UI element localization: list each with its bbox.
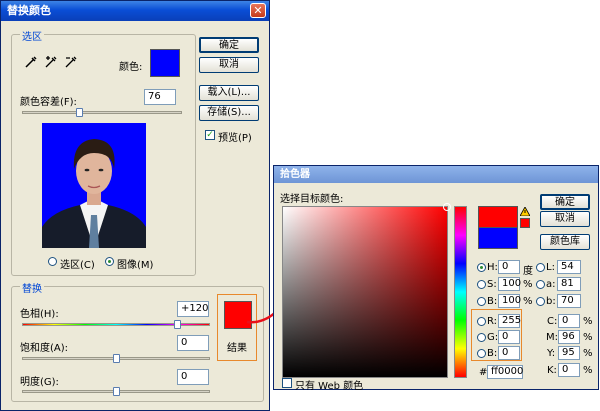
- k-label: K:: [547, 365, 557, 376]
- b-unit: %: [523, 296, 533, 307]
- selection-color-swatch[interactable]: [150, 49, 180, 77]
- hue-slider[interactable]: [22, 323, 210, 326]
- hex-input[interactable]: ff0000: [487, 365, 523, 379]
- radio-b[interactable]: [477, 297, 486, 306]
- radio-image-label: 图像(M): [117, 260, 154, 271]
- preview-image: [42, 123, 146, 248]
- radio-selection-label: 选区(C): [60, 260, 95, 271]
- close-button[interactable]: ✕: [250, 3, 266, 18]
- c-unit: %: [583, 316, 593, 327]
- a-label: a:: [546, 279, 556, 290]
- radio-selection[interactable]: [48, 257, 57, 266]
- m-label: M:: [546, 332, 558, 343]
- radio-a[interactable]: [536, 280, 545, 289]
- replace-group-label: 替换: [20, 280, 44, 295]
- hue-input[interactable]: +120: [177, 301, 209, 317]
- selection-group: 选区 颜色: 颜色容差(F): 76 选区(C) 图像(M): [11, 28, 196, 276]
- b-label: B:: [487, 296, 498, 307]
- color-label: 颜色:: [119, 62, 143, 73]
- s-input[interactable]: 100: [498, 277, 521, 291]
- picker-ok-button[interactable]: 确定: [540, 194, 590, 210]
- l-label: L:: [546, 262, 555, 273]
- y-label: Y:: [547, 348, 556, 359]
- m-unit: %: [583, 332, 593, 343]
- tolerance-slider[interactable]: [22, 111, 182, 114]
- degree-unit: 度: [523, 266, 533, 277]
- saturation-input[interactable]: 0: [177, 335, 209, 351]
- saturation-slider-thumb[interactable]: [113, 354, 120, 363]
- picker-prompt: 选择目标颜色:: [280, 194, 344, 205]
- radio-l[interactable]: [536, 263, 545, 272]
- a-input[interactable]: 81: [557, 277, 581, 291]
- preview-label: 预览(P): [218, 133, 252, 144]
- color-picker-dialog: 拾色器 选择目标颜色: 确定 取消 颜色库 H: 0 度 S: 100 % B:…: [273, 165, 599, 392]
- portrait-image: [42, 139, 146, 248]
- c-input[interactable]: 0: [558, 314, 580, 328]
- selection-group-label: 选区: [20, 28, 44, 43]
- radio-g[interactable]: [477, 333, 486, 342]
- warning-icon[interactable]: [520, 207, 530, 216]
- hue-strip[interactable]: [454, 206, 467, 378]
- eyedropper-minus-icon[interactable]: [64, 55, 78, 69]
- radio-s[interactable]: [477, 280, 486, 289]
- color-library-button[interactable]: 颜色库: [540, 234, 590, 250]
- eyedropper-plus-icon[interactable]: [44, 55, 58, 69]
- h-input[interactable]: 0: [498, 260, 520, 274]
- dialog-title: 替换颜色: [1, 1, 269, 21]
- b-input[interactable]: 100: [498, 294, 521, 308]
- ok-button[interactable]: 确定: [199, 37, 259, 53]
- eyedropper-icon[interactable]: [24, 55, 38, 69]
- lightness-slider-thumb[interactable]: [113, 387, 120, 396]
- cancel-button[interactable]: 取消: [199, 57, 259, 73]
- load-button[interactable]: 载入(L)...: [199, 85, 259, 101]
- lightness-label: 明度(G):: [20, 377, 59, 388]
- color-field[interactable]: [282, 206, 448, 378]
- tolerance-label: 颜色容差(F):: [20, 97, 77, 108]
- blue-label: B:: [487, 348, 498, 359]
- r-label: R:: [487, 316, 498, 327]
- g-input[interactable]: 0: [498, 330, 520, 344]
- picker-title: 拾色器: [274, 166, 598, 183]
- c-label: C:: [547, 316, 558, 327]
- hue-label: 色相(H):: [20, 309, 59, 320]
- g-label: G:: [487, 332, 499, 343]
- save-button[interactable]: 存储(S)...: [199, 105, 259, 121]
- web-only-label: 只有 Web 颜色: [295, 381, 364, 392]
- replace-group: 替换 色相(H): +120 饱和度(A): 0 明度(G): 0 结果: [11, 280, 264, 402]
- tolerance-input[interactable]: 76: [144, 89, 176, 105]
- radio-blue[interactable]: [477, 349, 486, 358]
- result-label: 结果: [227, 343, 247, 354]
- radio-r[interactable]: [477, 317, 486, 326]
- replace-color-dialog: 替换颜色 ✕ 选区 颜色: 颜色容差(F): 76 选区(C) 图像(M) 确定…: [0, 0, 270, 411]
- s-unit: %: [523, 279, 533, 290]
- web-only-checkbox[interactable]: [282, 378, 292, 388]
- s-label: S:: [487, 279, 497, 290]
- radio-lab-b[interactable]: [536, 297, 545, 306]
- k-unit: %: [583, 365, 593, 376]
- picker-cancel-button[interactable]: 取消: [540, 211, 590, 227]
- radio-h[interactable]: [477, 263, 486, 272]
- gamut-color-swatch[interactable]: [520, 218, 530, 228]
- l-input[interactable]: 54: [557, 260, 581, 274]
- tolerance-slider-thumb[interactable]: [76, 108, 83, 117]
- current-color-swatch: [478, 227, 518, 249]
- blue-input[interactable]: 0: [498, 346, 520, 360]
- hue-slider-thumb[interactable]: [174, 320, 181, 329]
- lab-b-input[interactable]: 70: [557, 294, 581, 308]
- radio-image[interactable]: [105, 257, 114, 266]
- k-input[interactable]: 0: [558, 363, 580, 377]
- m-input[interactable]: 96: [558, 330, 580, 344]
- color-field-marker[interactable]: [443, 203, 451, 211]
- preview-checkbox[interactable]: ✓: [205, 130, 215, 140]
- y-input[interactable]: 95: [558, 346, 580, 360]
- r-input[interactable]: 255: [498, 314, 521, 328]
- y-unit: %: [583, 348, 593, 359]
- saturation-label: 饱和度(A):: [20, 343, 69, 354]
- lab-b-label: b:: [546, 296, 556, 307]
- new-color-swatch: [478, 206, 518, 228]
- h-label: H:: [487, 262, 498, 273]
- lightness-input[interactable]: 0: [177, 369, 209, 385]
